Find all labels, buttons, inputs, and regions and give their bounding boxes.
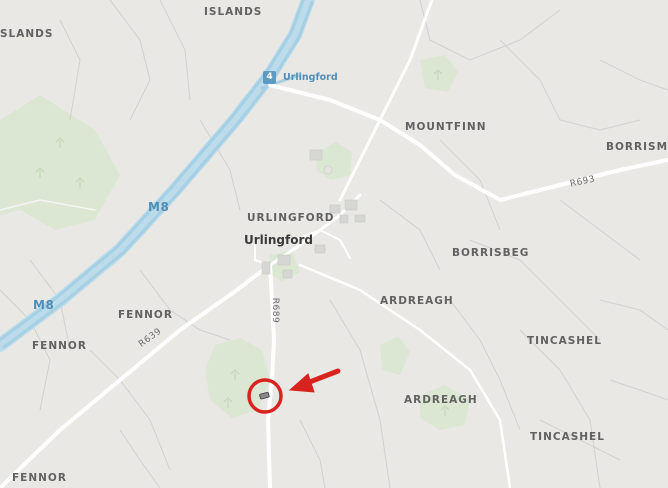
place-label-borrismo: BORRISMO: [606, 141, 668, 153]
motorway-junction-badge: 4: [263, 71, 276, 84]
place-label-fennor-south: FENNOR: [12, 472, 67, 484]
place-label-borrisbeg: BORRISBEG: [452, 247, 530, 259]
motorway-label-upper: M8: [148, 200, 170, 214]
place-label-mountfinn: MOUNTFINN: [405, 121, 487, 133]
motorway-label-lower: M8: [33, 298, 55, 312]
place-label-tincashel-south: TINCASHEL: [530, 431, 605, 443]
place-label-ardreagh-south: ARDREAGH: [404, 394, 478, 406]
road-label-r689: R689: [270, 297, 281, 324]
place-label-islands: ISLANDS: [204, 6, 263, 18]
junction-name-label: Urlingford: [283, 72, 338, 83]
place-label-fennor-west: FENNOR: [32, 340, 87, 352]
place-label-tincashel: TINCASHEL: [527, 335, 602, 347]
place-label-urlingford-townland: URLINGFORD: [247, 212, 335, 224]
place-label-fennor: FENNOR: [118, 309, 173, 321]
place-label-ardreagh: ARDREAGH: [380, 295, 454, 307]
place-label-urlingford-town: Urlingford: [244, 233, 313, 247]
place-label-islands-left: SLANDS: [0, 28, 54, 40]
map-view[interactable]: M8 M8 4 Urlingford R693 R639 R689 ISLAND…: [0, 0, 668, 488]
